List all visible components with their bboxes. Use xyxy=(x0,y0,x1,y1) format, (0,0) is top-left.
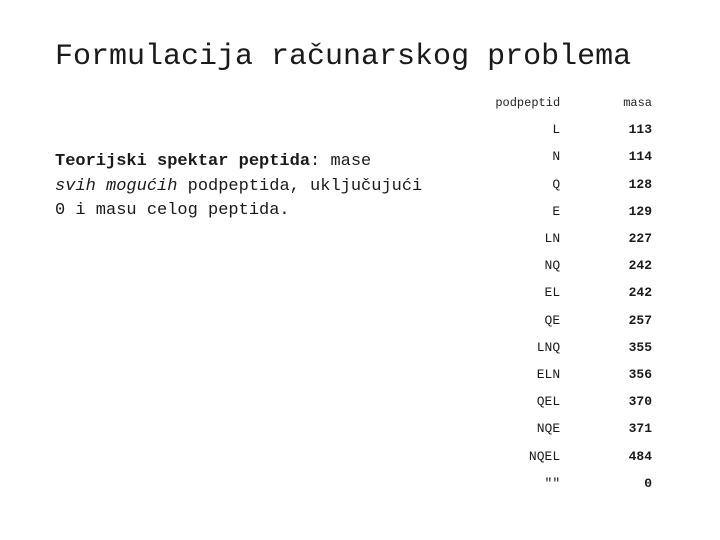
table-row: Q128 xyxy=(463,171,658,198)
mass-cell: 129 xyxy=(608,198,658,225)
table-row: EL242 xyxy=(463,279,658,306)
subpeptide-cell: N xyxy=(463,143,608,170)
mass-cell: 370 xyxy=(608,388,658,415)
mass-cell: 128 xyxy=(608,171,658,198)
subpeptide-cell: EL xyxy=(463,279,608,306)
mass-cell: 371 xyxy=(608,415,658,442)
col-header-subpeptide: podpeptid xyxy=(463,90,608,116)
table-row: ""0 xyxy=(463,470,658,497)
subpeptide-cell: NQEL xyxy=(463,442,608,469)
para-after-colon: : mase xyxy=(310,152,371,171)
mass-cell: 484 xyxy=(608,442,658,469)
mass-cell: 355 xyxy=(608,334,658,361)
subpeptide-cell: E xyxy=(463,198,608,225)
subpeptide-cell: NQE xyxy=(463,415,608,442)
table-row: NQ242 xyxy=(463,252,658,279)
table-row: QE257 xyxy=(463,307,658,334)
table-row: NQEL484 xyxy=(463,442,658,469)
subpeptide-cell: ELN xyxy=(463,361,608,388)
para-line3: 0 i masu celog peptida. xyxy=(55,201,290,220)
mass-cell: 227 xyxy=(608,225,658,252)
table-row: LNQ355 xyxy=(463,334,658,361)
mass-cell: 242 xyxy=(608,252,658,279)
table-header-row: podpeptid masa xyxy=(463,90,658,116)
slide: Formulacija računarskog problema Teorijs… xyxy=(0,0,720,540)
mass-cell: 0 xyxy=(608,470,658,497)
subpeptide-cell: L xyxy=(463,116,608,143)
subpeptide-cell: LNQ xyxy=(463,334,608,361)
mass-cell: 257 xyxy=(608,307,658,334)
subpeptide-cell: "" xyxy=(463,470,608,497)
subpeptide-cell: LN xyxy=(463,225,608,252)
table-row: LN227 xyxy=(463,225,658,252)
mass-cell: 114 xyxy=(608,143,658,170)
table-row: QEL370 xyxy=(463,388,658,415)
term: Teorijski spektar peptida xyxy=(55,152,310,171)
mass-cell: 242 xyxy=(608,279,658,306)
subpeptide-cell: QE xyxy=(463,307,608,334)
table-row: N114 xyxy=(463,143,658,170)
para-italic: svih mogućih xyxy=(55,177,177,196)
col-header-mass: masa xyxy=(608,90,658,116)
peptide-mass-table: podpeptid masa L113N114Q128E129LN227NQ24… xyxy=(463,90,658,497)
subpeptide-cell: QEL xyxy=(463,388,608,415)
table-row: ELN356 xyxy=(463,361,658,388)
para-line2-rest: podpeptida, uključujući xyxy=(177,177,422,196)
subpeptide-cell: Q xyxy=(463,171,608,198)
table-row: L113 xyxy=(463,116,658,143)
page-title: Formulacija računarskog problema xyxy=(55,40,665,74)
mass-cell: 113 xyxy=(608,116,658,143)
table-row: NQE371 xyxy=(463,415,658,442)
definition-paragraph: Teorijski spektar peptida: mase svih mog… xyxy=(55,150,422,224)
mass-cell: 356 xyxy=(608,361,658,388)
table-row: E129 xyxy=(463,198,658,225)
subpeptide-cell: NQ xyxy=(463,252,608,279)
